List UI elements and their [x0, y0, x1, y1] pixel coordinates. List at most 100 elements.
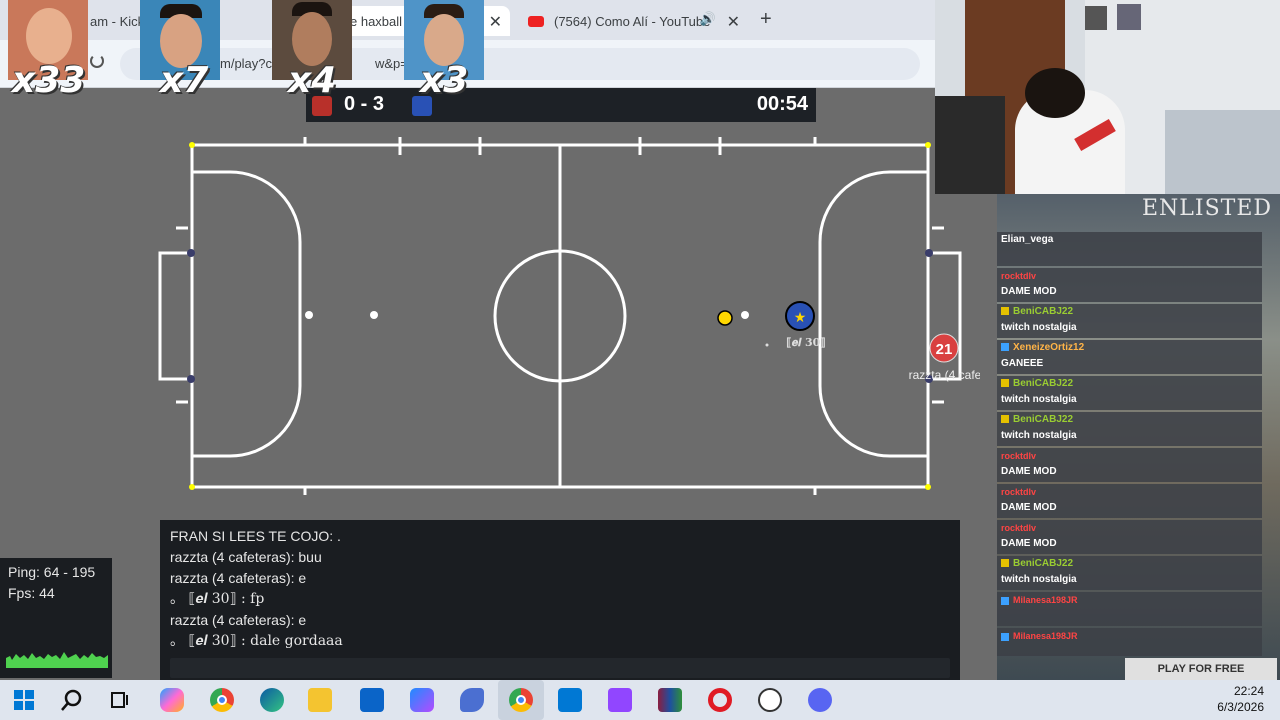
- winrar-icon[interactable]: [658, 688, 682, 712]
- clock-time: 22:24: [1233, 684, 1264, 698]
- fps-graph: [6, 652, 108, 668]
- ping-text: Ping: 64 - 195: [8, 564, 96, 580]
- chat-line: 。 ⟦𝒆𝒍 30⟧ : fp: [170, 591, 265, 607]
- chat-line: razzta (4 cafeteras): buu: [170, 549, 322, 565]
- prime-badge-icon: [1001, 632, 1009, 641]
- outlook-icon[interactable]: [360, 688, 384, 712]
- chat-text: [1001, 248, 1262, 264]
- chat-text: [1001, 608, 1262, 624]
- speaker-icon[interactable]: 🔊: [700, 11, 716, 27]
- pitch: ★ ⟦𝒆𝒍 30⟧ 21 razzta (4 cafe: [158, 137, 980, 495]
- scoreboard: 0 - 3 00:54: [306, 88, 816, 122]
- chat-message: Milanesa198JR: [997, 628, 1262, 656]
- left-goal: [158, 251, 192, 381]
- score: 0 - 3: [344, 93, 385, 115]
- discord-icon[interactable]: [808, 688, 832, 712]
- chat-message: rocktdlv DAME MOD: [997, 268, 1262, 302]
- chat-line: 。 ⟦𝒆𝒍 30⟧ : dale gordaaa: [170, 633, 343, 649]
- chat-message: rocktdlv DAME MOD: [997, 520, 1262, 554]
- chat-username: Milanesa198JR: [1013, 595, 1078, 605]
- twitch-icon[interactable]: [608, 688, 632, 712]
- youtube-icon: [528, 15, 544, 27]
- chrome-icon[interactable]: [210, 688, 234, 712]
- microsoft-365-icon[interactable]: [410, 688, 434, 712]
- chat-text: twitch nostalgia: [1001, 430, 1077, 441]
- close-tab-icon[interactable]: ✕: [489, 12, 502, 32]
- chat-text: DAME MOD: [1001, 502, 1057, 513]
- chat-text: [1001, 644, 1262, 660]
- feather-app-icon[interactable]: [460, 688, 484, 712]
- chat-username: BeniCABJ22: [1013, 414, 1074, 425]
- chat-text: twitch nostalgia: [1001, 574, 1077, 585]
- chat-username: rocktdlv: [1001, 451, 1037, 461]
- url-field[interactable]: m/play?c w&p=1: [120, 48, 920, 80]
- chat-text: twitch nostalgia: [1001, 322, 1077, 333]
- right-post-top: [925, 249, 933, 257]
- ball: [717, 310, 733, 326]
- blue-player-name: ⟦𝒆𝒍 30⟧: [786, 336, 825, 349]
- blue-player-star-icon: ★: [794, 310, 807, 326]
- chat-message: Elian_vega: [997, 232, 1262, 266]
- taskbar: 22:24 6/3/2026: [0, 680, 1280, 720]
- chrome-active-icon[interactable]: [509, 688, 533, 712]
- red-player-number: 21: [936, 341, 953, 358]
- file-explorer-icon[interactable]: [308, 688, 332, 712]
- search-icon[interactable]: [60, 688, 84, 712]
- windows-start-icon[interactable]: [12, 688, 36, 712]
- sub-badge-icon: [1001, 415, 1009, 424]
- sub-badge-icon: [1001, 379, 1009, 388]
- player-cam-label: x3: [420, 60, 469, 101]
- chat-username: XeneizeOrtiz12: [1013, 342, 1085, 353]
- red-player-name: razzta (4 cafe: [909, 368, 980, 382]
- new-tab-button[interactable]: +: [760, 8, 772, 31]
- prime-badge-icon: [1001, 596, 1009, 605]
- chat-username: BeniCABJ22: [1013, 378, 1074, 389]
- copilot-icon[interactable]: [160, 688, 184, 712]
- streamer-webcam: [935, 0, 1280, 194]
- right-penalty-area: [818, 170, 928, 458]
- clock-app-icon[interactable]: [758, 688, 782, 712]
- url-text: m/play?c: [220, 56, 273, 71]
- tab-youtube[interactable]: (7564) Como Alí - YouTube 🔊 ✕: [518, 6, 748, 36]
- tab-label: (7564) Como Alí - YouTube: [554, 13, 711, 29]
- player-cam-label: x4: [288, 60, 337, 101]
- chat-message: rocktdlv DAME MOD: [997, 448, 1262, 482]
- chat-input[interactable]: [170, 658, 950, 678]
- chat-text: DAME MOD: [1001, 286, 1057, 297]
- screen: { "browser": { "tabs": [ {"label": "am -…: [0, 0, 1280, 720]
- chat-username: Milanesa198JR: [1013, 631, 1078, 641]
- sub-badge-icon: [1001, 559, 1009, 568]
- sub-badge-icon: [1001, 307, 1009, 316]
- chat-line: razzta (4 cafeteras): e: [170, 612, 307, 628]
- chat-text: GANEEE: [1001, 358, 1044, 369]
- left-penalty-area: [192, 170, 302, 458]
- chat-text: twitch nostalgia: [1001, 394, 1077, 405]
- ad-play-button[interactable]: PLAY FOR FREE: [1125, 658, 1277, 680]
- chat-username: rocktdlv: [1001, 271, 1037, 281]
- fps-text: Fps: 44: [8, 585, 55, 601]
- player-cam-label: x7: [160, 60, 209, 101]
- reload-icon[interactable]: [90, 54, 104, 68]
- chat-username: Elian_vega: [1001, 234, 1054, 245]
- chat-line: razzta (4 cafeteras): e: [170, 570, 307, 586]
- system-clock[interactable]: 22:24 6/3/2026: [1217, 683, 1264, 715]
- tab-label: am - Kick: [90, 13, 145, 29]
- chat-message: rocktdlv DAME MOD: [997, 484, 1262, 518]
- opera-icon[interactable]: [708, 688, 732, 712]
- match-timer: 00:54: [756, 93, 808, 115]
- task-view-icon[interactable]: [108, 688, 132, 712]
- chat-message: XeneizeOrtiz12 GANEEE: [997, 340, 1262, 374]
- clock-date: 6/3/2026: [1217, 700, 1264, 714]
- close-tab-icon[interactable]: ✕: [727, 12, 740, 32]
- left-post-top: [187, 249, 195, 257]
- microsoft-store-icon[interactable]: [558, 688, 582, 712]
- chat-message: BeniCABJ22 twitch nostalgia: [997, 556, 1262, 590]
- tab-label: e haxball: [350, 13, 403, 29]
- left-post-bottom: [187, 375, 195, 383]
- chat-text: DAME MOD: [1001, 538, 1057, 549]
- edge-icon[interactable]: [260, 688, 284, 712]
- game-chat: FRAN SI LEES TE COJO: . razzta (4 cafete…: [160, 520, 960, 680]
- chat-username: BeniCABJ22: [1013, 558, 1074, 569]
- prime-badge-icon: [1001, 343, 1009, 352]
- ad-title: ENLISTED: [1141, 196, 1273, 221]
